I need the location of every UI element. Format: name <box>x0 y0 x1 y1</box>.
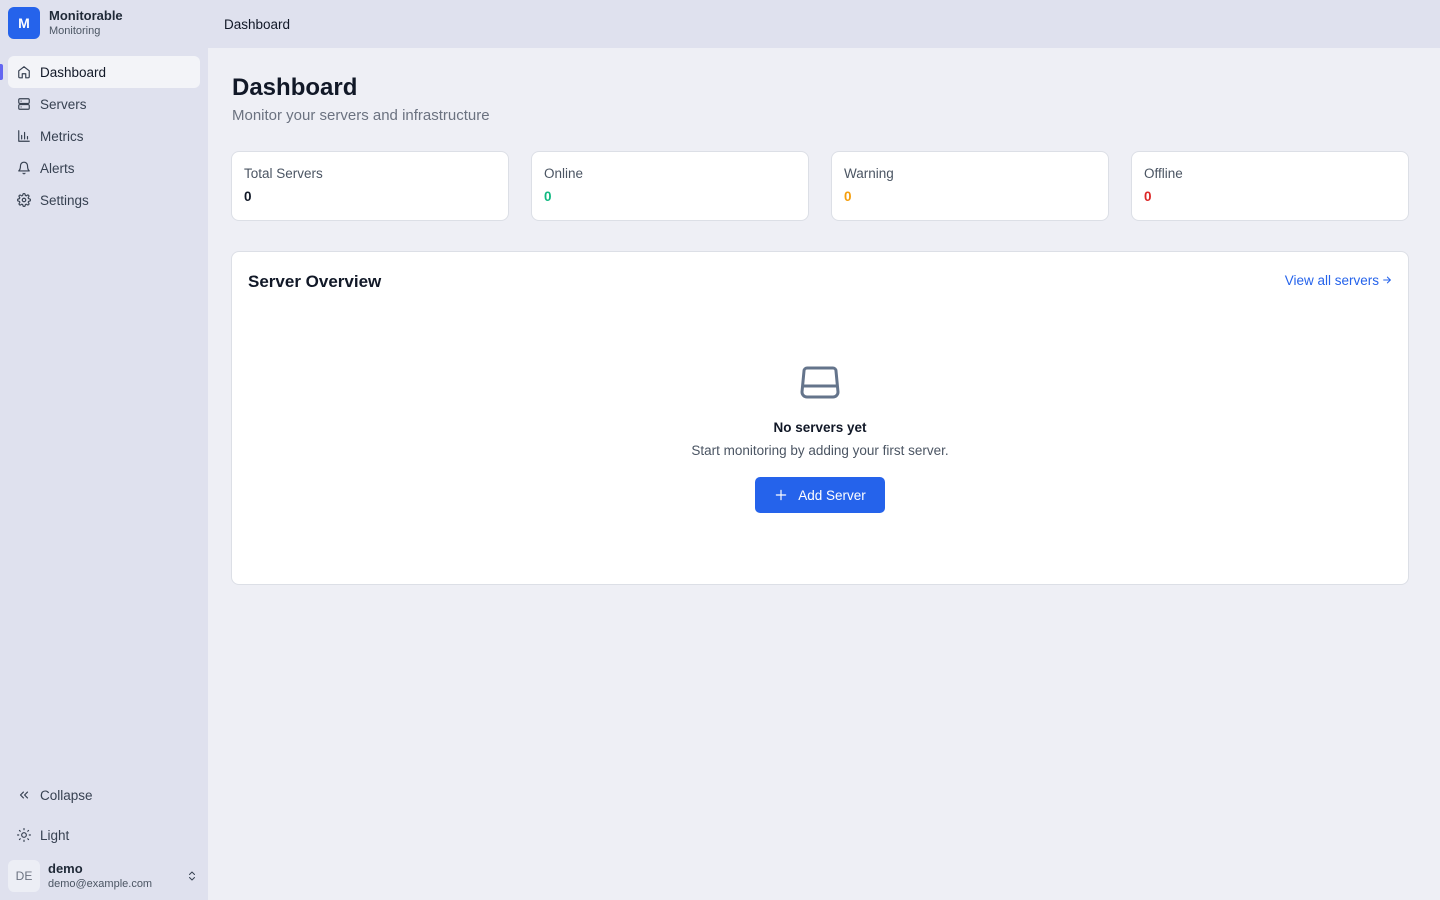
empty-state: No servers yet Start monitoring by addin… <box>232 364 1408 513</box>
active-indicator <box>0 64 3 80</box>
sidebar-item-label: Metrics <box>40 128 84 144</box>
stat-card-total: Total Servers 0 <box>231 151 509 221</box>
sidebar-item-dashboard[interactable]: Dashboard <box>8 56 200 88</box>
server-overview-card: Server Overview View all servers No serv… <box>231 251 1409 585</box>
stat-value: 0 <box>844 189 852 204</box>
add-server-label: Add Server <box>798 487 866 503</box>
sidebar-nav: Dashboard Servers Metrics Alerts Setting… <box>8 56 200 216</box>
collapse-label: Collapse <box>40 787 93 803</box>
stat-card-offline: Offline 0 <box>1131 151 1409 221</box>
sidebar-item-servers[interactable]: Servers <box>8 88 200 120</box>
stat-label: Warning <box>844 166 894 181</box>
bar-chart-icon <box>16 128 32 144</box>
home-icon <box>16 64 32 80</box>
user-name: demo <box>48 860 83 876</box>
stat-card-warning: Warning 0 <box>831 151 1109 221</box>
brand-name: Monitorable <box>49 7 123 23</box>
collapse-button[interactable]: Collapse <box>8 780 200 810</box>
brand[interactable]: M Monitorable Monitoring <box>8 7 123 39</box>
sidebar-item-label: Servers <box>40 96 87 112</box>
sidebar-item-label: Dashboard <box>40 64 107 80</box>
sidebar: M Monitorable Monitoring Dashboard Serve… <box>0 0 208 900</box>
view-all-label: View all servers <box>1284 273 1379 288</box>
empty-subtitle: Start monitoring by adding your first se… <box>691 443 949 458</box>
sidebar-item-label: Settings <box>40 192 89 208</box>
stat-value: 0 <box>244 189 252 204</box>
topbar: Dashboard <box>208 0 1440 48</box>
stats-row: Total Servers 0 Online 0 Warning 0 Offli… <box>231 151 1409 221</box>
chevrons-up-down-icon <box>184 868 200 884</box>
server-icon <box>16 96 32 112</box>
plus-icon <box>774 488 788 502</box>
sidebar-item-label: Alerts <box>40 160 75 176</box>
user-email: demo@example.com <box>48 877 153 890</box>
stat-value: 0 <box>544 189 552 204</box>
stat-label: Offline <box>1144 166 1183 181</box>
theme-label: Light <box>40 827 70 843</box>
stat-value: 0 <box>1144 189 1152 204</box>
overview-title: Server Overview <box>248 272 382 291</box>
user-menu[interactable]: DE demo demo@example.com <box>8 860 200 892</box>
gear-icon <box>16 192 32 208</box>
stat-card-online: Online 0 <box>531 151 809 221</box>
sun-icon <box>16 827 32 843</box>
brand-logo: M <box>8 7 40 39</box>
view-all-servers-link[interactable]: View all servers <box>1285 273 1392 288</box>
stat-label: Online <box>544 166 584 181</box>
theme-toggle[interactable]: Light <box>8 820 200 850</box>
bell-icon <box>16 160 32 176</box>
arrow-right-icon <box>1382 274 1392 288</box>
breadcrumb: Dashboard <box>224 16 291 32</box>
page-title: Dashboard <box>232 74 358 101</box>
empty-title: No servers yet <box>773 420 867 435</box>
avatar: DE <box>8 860 40 892</box>
sidebar-item-alerts[interactable]: Alerts <box>8 152 200 184</box>
server-empty-icon <box>798 364 842 402</box>
page-subtitle: Monitor your servers and infrastructure <box>232 107 490 124</box>
sidebar-item-settings[interactable]: Settings <box>8 184 200 216</box>
main-content: Dashboard Dashboard Monitor your servers… <box>208 0 1440 900</box>
brand-subtitle: Monitoring <box>49 24 101 37</box>
chevrons-left-icon <box>16 787 32 803</box>
stat-label: Total Servers <box>244 166 323 181</box>
sidebar-item-metrics[interactable]: Metrics <box>8 120 200 152</box>
add-server-button[interactable]: Add Server <box>755 477 885 513</box>
